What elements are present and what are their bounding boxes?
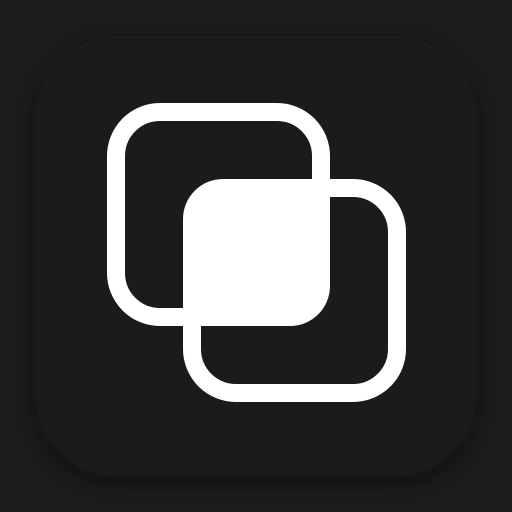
- app-icon-canvas: [0, 0, 512, 512]
- overlapping-squares-icon: [107, 103, 406, 402]
- overlap-fill: [183, 179, 330, 326]
